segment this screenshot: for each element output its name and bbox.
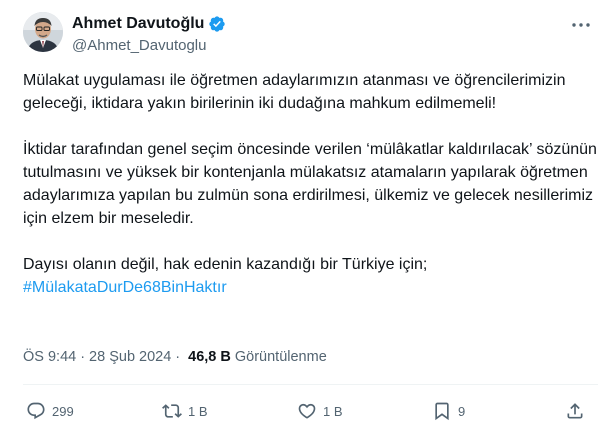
tweet-date[interactable]: 28 Şub 2024 bbox=[89, 349, 171, 365]
tweet-card: Ahmet Davutoğlu @Ahmet_Davutoglu Mülakat… bbox=[0, 0, 614, 435]
author-handle[interactable]: @Ahmet_Davutoglu bbox=[72, 37, 206, 54]
views-count: 46,8 B bbox=[188, 349, 231, 365]
reply-count: 299 bbox=[52, 403, 74, 419]
retweet-icon bbox=[162, 404, 182, 418]
like-icon bbox=[298, 403, 316, 419]
author-name[interactable]: Ahmet Davutoğlu bbox=[72, 15, 204, 33]
avatar[interactable] bbox=[23, 12, 63, 52]
retweet-count: 1 B bbox=[188, 403, 208, 419]
meta-separator: · bbox=[80, 349, 86, 365]
tweet-paragraph-2: İktidar tarafından genel seçim öncesinde… bbox=[23, 141, 597, 227]
views-label: Görüntülenme bbox=[234, 349, 327, 365]
share-icon bbox=[567, 403, 583, 419]
reply-button[interactable]: 299 bbox=[26, 397, 74, 425]
reply-icon bbox=[27, 402, 45, 420]
verified-icon bbox=[208, 15, 226, 33]
share-button[interactable] bbox=[565, 397, 585, 425]
tweet-meta: ÖS 9:44 · 28 Şub 2024 · 46,8 B Görüntüle… bbox=[23, 349, 327, 365]
tweet-paragraph-1: Mülakat uygulaması ile öğretmen adayları… bbox=[23, 72, 566, 112]
tweet-time[interactable]: ÖS 9:44 bbox=[23, 349, 76, 365]
more-icon[interactable] bbox=[570, 16, 592, 34]
tweet-text: Mülakat uygulaması ile öğretmen adayları… bbox=[23, 69, 598, 299]
like-button[interactable]: 1 B bbox=[297, 397, 343, 425]
bookmark-icon bbox=[435, 402, 449, 421]
like-count: 1 B bbox=[323, 403, 343, 419]
divider bbox=[23, 384, 598, 385]
tweet-paragraph-3: Dayısı olanın değil, hak edenin kazandığ… bbox=[23, 256, 428, 273]
action-bar: 299 1 B 1 B 9 bbox=[0, 397, 614, 425]
avatar-image bbox=[23, 12, 63, 52]
retweet-button[interactable]: 1 B bbox=[162, 397, 208, 425]
meta-separator: · bbox=[175, 349, 181, 365]
hashtag-link[interactable]: #MülakataDurDe68BinHaktır bbox=[23, 279, 227, 296]
bookmark-button[interactable]: 9 bbox=[432, 397, 465, 425]
bookmark-count: 9 bbox=[458, 403, 466, 419]
author-name-row[interactable]: Ahmet Davutoğlu bbox=[72, 15, 226, 33]
